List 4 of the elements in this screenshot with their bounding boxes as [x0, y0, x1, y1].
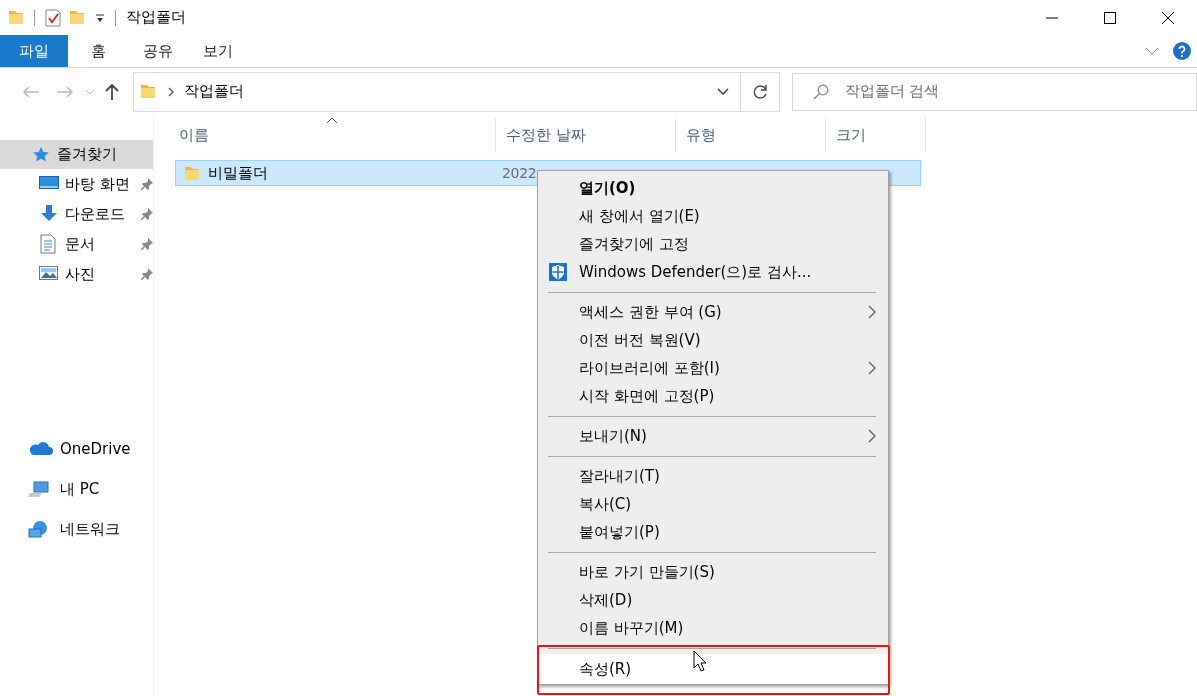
- window-title: 작업폴더: [126, 8, 186, 27]
- file-name: 비밀폴더: [208, 163, 268, 183]
- file-date: 2022: [502, 165, 537, 181]
- address-path: 작업폴더: [183, 82, 244, 101]
